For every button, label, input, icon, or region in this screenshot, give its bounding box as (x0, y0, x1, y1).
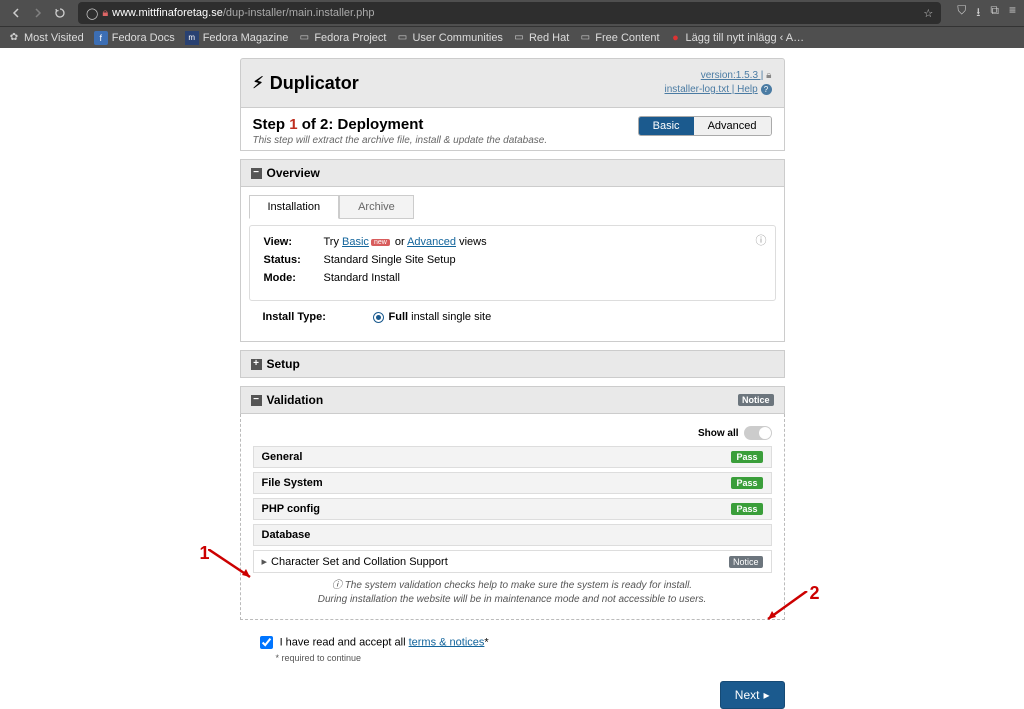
lock-icon: 🔒︎ (102, 7, 108, 20)
downloads-icon[interactable]: ⭳ (976, 3, 980, 24)
annotation-2: 2 (809, 583, 819, 604)
step-row: Step 1 of 2: Deployment This step will e… (240, 108, 785, 151)
mode-toggle[interactable]: Basic Advanced (638, 116, 772, 136)
validation-subrow-charset[interactable]: ▸Character Set and Collation SupportNoti… (253, 550, 772, 573)
forward-button[interactable] (30, 5, 46, 21)
next-button[interactable]: Next▸ (720, 681, 785, 709)
bookmark-fedora-project[interactable]: ▭Fedora Project (298, 32, 386, 44)
info-status-value: Standard Single Site Setup (324, 254, 456, 266)
install-type-radio[interactable] (373, 312, 384, 323)
menu-icon[interactable]: ≡ (1009, 3, 1016, 24)
validation-row-phpconfig[interactable]: PHP configPass (253, 498, 772, 520)
extensions-icon[interactable]: ⧉ (990, 3, 999, 24)
bookmark-wordpress[interactable]: ●Lägg till nytt inlägg ‹ A… (670, 32, 805, 44)
mode-advanced-button[interactable]: Advanced (694, 117, 771, 135)
folder-icon: ▭ (396, 32, 408, 44)
basic-view-link[interactable]: Basic (342, 236, 369, 248)
validation-row-general[interactable]: GeneralPass (253, 446, 772, 468)
bolt-icon: ⚡︎ (253, 73, 264, 93)
bookmarks-bar: ✿Most Visited fFedora Docs mFedora Magaz… (0, 26, 1024, 48)
validation-body: Show all GeneralPass File SystemPass PHP… (240, 414, 785, 620)
pass-badge: Pass (731, 451, 762, 463)
info-view-label: View: (264, 236, 324, 248)
bookmark-most-visited[interactable]: ✿Most Visited (8, 32, 84, 44)
terms-link[interactable]: terms & notices (409, 636, 485, 648)
info-mode-value: Standard Install (324, 272, 400, 284)
fedora-icon: f (94, 31, 108, 45)
shield-icon: ◯ (86, 7, 98, 20)
install-type-label: Install Type: (263, 311, 373, 323)
installer-log-link[interactable]: installer-log.txt | Help (665, 84, 758, 95)
collapse-icon: − (251, 395, 262, 406)
url-bar[interactable]: ◯ 🔒︎ www.mittfinaforetag.se/dup-installe… (78, 2, 941, 24)
expand-icon: + (251, 359, 262, 370)
tab-archive[interactable]: Archive (339, 195, 414, 219)
section-setup-header[interactable]: +Setup (240, 350, 785, 378)
install-type-option: Full install single site (389, 311, 492, 323)
pass-badge: Pass (731, 477, 762, 489)
bookmark-user-communities[interactable]: ▭User Communities (396, 32, 502, 44)
help-icon[interactable]: ⓘ (756, 232, 767, 248)
notice-badge: Notice (738, 394, 774, 406)
folder-icon: ▭ (513, 32, 525, 44)
info-icon: ⓘ (332, 580, 342, 591)
header-links: version:1.5.3 | 🔒︎ installer-log.txt | H… (665, 69, 772, 97)
advanced-view-link[interactable]: Advanced (407, 236, 456, 248)
mode-basic-button[interactable]: Basic (639, 117, 694, 135)
new-badge: new (371, 239, 390, 246)
validation-row-filesystem[interactable]: File SystemPass (253, 472, 772, 494)
info-box: ⓘ View:Try Basicnew or Advanced views St… (249, 225, 776, 301)
wordpress-icon: ● (670, 32, 682, 44)
section-overview-header[interactable]: −Overview (240, 159, 785, 187)
tab-installation[interactable]: Installation (249, 195, 340, 219)
overview-body: Installation Archive ⓘ View:Try Basicnew… (240, 187, 785, 342)
pass-badge: Pass (731, 503, 762, 515)
terms-subtext: * required to continue (276, 653, 785, 663)
bookmark-fedora-magazine[interactable]: mFedora Magazine (185, 31, 289, 45)
bookmark-fedora-docs[interactable]: fFedora Docs (94, 31, 175, 45)
info-status-label: Status: (264, 254, 324, 266)
browser-toolbar: ◯ 🔒︎ www.mittfinaforetag.se/dup-installe… (0, 0, 1024, 26)
folder-icon: ▭ (579, 32, 591, 44)
back-button[interactable] (8, 5, 24, 21)
app-title: ⚡︎Duplicator (253, 73, 359, 94)
collapse-icon: − (251, 168, 262, 179)
validation-row-database[interactable]: Database (253, 524, 772, 546)
installer-container: ⚡︎Duplicator version:1.5.3 | 🔒︎ installe… (240, 58, 785, 709)
terms-text: I have read and accept all terms & notic… (280, 636, 489, 648)
url-domain: www.mittfinaforetag.se (112, 7, 223, 19)
gear-icon: ✿ (8, 32, 20, 44)
terms-checkbox[interactable] (260, 636, 273, 649)
pocket-icon[interactable]: ⛉ (957, 3, 966, 24)
info-mode-label: Mode: (264, 272, 324, 284)
info-view-value: Try Basicnew or Advanced views (324, 236, 487, 248)
url-path: /dup-installer/main.installer.php (223, 7, 375, 19)
bookmark-red-hat[interactable]: ▭Red Hat (513, 32, 569, 44)
caret-right-icon: ▸ (763, 688, 769, 702)
help-icon[interactable]: ? (761, 84, 772, 95)
reload-button[interactable] (52, 5, 68, 21)
validation-note: ⓘ The system validation checks help to m… (253, 579, 772, 607)
bookmark-free-content[interactable]: ▭Free Content (579, 32, 659, 44)
notice-badge: Notice (729, 556, 763, 568)
show-all-toggle[interactable] (744, 426, 772, 440)
version-link[interactable]: version:1.5.3 | (701, 70, 764, 81)
step-title: Step 1 of 2: Deployment (253, 116, 548, 133)
fedora-mag-icon: m (185, 31, 199, 45)
annotation-1: 1 (200, 543, 210, 564)
folder-icon: ▭ (298, 32, 310, 44)
bookmark-star-icon[interactable]: ☆ (923, 7, 933, 20)
step-description: This step will extract the archive file,… (253, 135, 548, 146)
terms-row: I have read and accept all terms & notic… (260, 636, 785, 649)
section-validation-header[interactable]: −Validation Notice (240, 386, 785, 414)
panel-header: ⚡︎Duplicator version:1.5.3 | 🔒︎ installe… (240, 58, 785, 108)
show-all-label: Show all (698, 428, 739, 439)
